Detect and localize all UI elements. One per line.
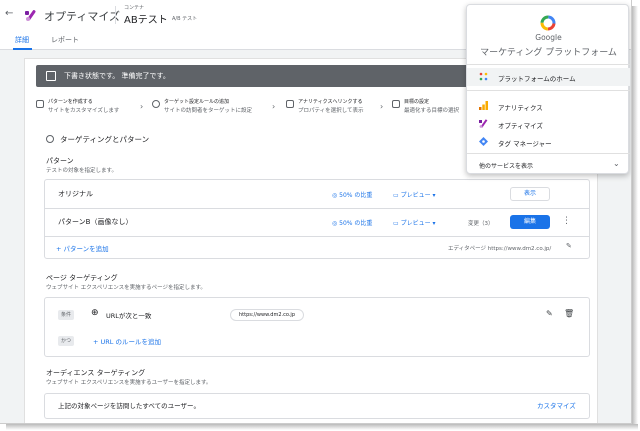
more-vert-icon[interactable]: ⋮ bbox=[562, 216, 571, 226]
header-divider bbox=[115, 6, 116, 24]
apps-grid-icon bbox=[479, 72, 488, 81]
step-title: パターンを作成する bbox=[48, 99, 93, 105]
tag-manager-icon bbox=[479, 137, 488, 146]
step-desc: サイトをカスタマイズします bbox=[48, 108, 120, 114]
platform-switcher-panel: Google マーケティング プラットフォーム プラットフォームのホーム アナリ… bbox=[466, 4, 630, 174]
variant-step-icon bbox=[36, 100, 44, 108]
optimize-label: オプティマイズ bbox=[498, 122, 543, 130]
analytics-step-icon bbox=[286, 100, 294, 108]
url-rule-value[interactable]: https://www.dm2.co.jp bbox=[230, 309, 304, 321]
chevron-right-icon: › bbox=[272, 102, 276, 111]
chevron-down-icon: ⌄ bbox=[613, 159, 620, 168]
optimize-icon bbox=[479, 119, 488, 128]
trash-icon[interactable]: 🗑 bbox=[564, 309, 574, 318]
step-title: 目標の設定 bbox=[404, 99, 430, 105]
and-chip: かつ bbox=[58, 336, 74, 346]
status-banner: 下書き状態です。 準備完了です。 bbox=[36, 65, 476, 87]
variant-name-original: オリジナル bbox=[58, 190, 93, 198]
google-logo-icon bbox=[540, 15, 556, 31]
experiment-name: ABテスト bbox=[124, 15, 168, 26]
chevron-right-icon: › bbox=[140, 102, 144, 111]
preview-label: プレビュー ▾ bbox=[400, 220, 436, 227]
active-tab-indicator bbox=[13, 48, 32, 50]
edit-button[interactable]: 編集 bbox=[510, 215, 550, 229]
google-brand: Google bbox=[535, 33, 562, 42]
row-divider bbox=[44, 208, 590, 209]
variants-desc: テストの対象を指定します。 bbox=[46, 168, 117, 174]
optimize-item[interactable]: オプティマイズ bbox=[467, 115, 630, 133]
panel-divider bbox=[467, 90, 630, 91]
panel-divider bbox=[467, 64, 630, 65]
container-label: コンテナ bbox=[124, 5, 145, 11]
analytics-icon bbox=[479, 101, 488, 110]
row-divider bbox=[44, 236, 590, 237]
variants-title: パターン bbox=[46, 157, 74, 165]
page-targeting-desc: ウェブサイト エクスペリエンスを実施するページを指定します。 bbox=[46, 285, 206, 291]
preview-menu-original[interactable]: ▭ プレビュー ▾ bbox=[393, 190, 436, 199]
url-rule-label: URLが次と一致 bbox=[106, 312, 152, 320]
step-desc: サイトの訪問者をターゲットに設定 bbox=[164, 108, 253, 114]
back-arrow-icon[interactable]: ← bbox=[5, 8, 13, 19]
targeting-section-title: ターゲティングとパターン bbox=[60, 135, 150, 144]
step-desc: プロパティを選択して表示 bbox=[298, 108, 364, 114]
weight-link-original[interactable]: ◎ 50% の比重 bbox=[332, 190, 372, 199]
tab-details[interactable]: 詳細 bbox=[15, 35, 29, 45]
page-shadow-right bbox=[632, 6, 638, 430]
platform-home-label: プラットフォームのホーム bbox=[498, 75, 576, 83]
add-variant-link[interactable]: + パターンを追加 bbox=[56, 243, 109, 253]
page-targeting-title: ページ ターゲティング bbox=[46, 274, 118, 282]
audience-title: オーディエンス ターゲティング bbox=[46, 369, 146, 377]
view-button[interactable]: 表示 bbox=[510, 187, 550, 201]
optimize-logo-icon bbox=[25, 10, 36, 21]
tag-manager-label: タグ マネージャー bbox=[498, 140, 552, 148]
goal-step-icon bbox=[392, 100, 400, 108]
tag-manager-item[interactable]: タグ マネージャー bbox=[467, 133, 630, 151]
page-shadow-bottom bbox=[6, 424, 638, 430]
weight-label: 50% の比重 bbox=[339, 192, 373, 199]
variant-name-b: パターンB（画像なし） bbox=[58, 218, 133, 226]
status-text: 下書き状態です。 準備完了です。 bbox=[64, 72, 170, 80]
step-title: アナリティクスへリンクする bbox=[298, 99, 363, 105]
platform-name: マーケティング プラットフォーム bbox=[480, 48, 617, 58]
targeting-step-icon bbox=[152, 100, 160, 108]
globe-icon: ⊕ bbox=[91, 308, 99, 318]
app-window: ← オプティマイズ コンテナ ABテスト A/B テスト 詳細 レポート 下書き… bbox=[0, 0, 632, 424]
more-services-label: 他のサービスを表示 bbox=[479, 163, 534, 170]
customize-link[interactable]: カスタマイズ bbox=[537, 400, 576, 410]
more-services-toggle[interactable]: 他のサービスを表示 ⌄ bbox=[467, 156, 630, 174]
target-icon bbox=[46, 135, 54, 143]
app-title: オプティマイズ bbox=[44, 10, 121, 23]
setup-steps: パターンを作成する サイトをカスタマイズします › ターゲット設定ルールの追加 … bbox=[36, 98, 476, 118]
tab-report[interactable]: レポート bbox=[51, 35, 79, 45]
platform-home-item[interactable]: プラットフォームのホーム bbox=[467, 68, 630, 86]
audience-desc: ウェブサイト エクスペリエンスを実施するユーザーを指定します。 bbox=[46, 380, 212, 386]
analytics-item[interactable]: アナリティクス bbox=[467, 97, 630, 115]
panel-divider bbox=[467, 153, 630, 154]
edit-pencil-icon[interactable]: ✎ bbox=[566, 242, 572, 250]
preview-label: プレビュー ▾ bbox=[400, 192, 436, 199]
weight-link-b[interactable]: ◎ 50% の比重 bbox=[332, 218, 372, 227]
preview-menu-b[interactable]: ▭ プレビュー ▾ bbox=[393, 218, 436, 227]
edit-pencil-icon[interactable]: ✎ bbox=[546, 309, 553, 318]
weight-label: 50% の比重 bbox=[339, 220, 373, 227]
add-url-rule-link[interactable]: + URL のルールを追加 bbox=[93, 336, 161, 346]
step-desc: 最適化する目標の選択 bbox=[404, 108, 460, 114]
step-title: ターゲット設定ルールの追加 bbox=[164, 99, 230, 105]
editor-page-url: エディタページ https://www.dm2.co.jp/ bbox=[448, 246, 552, 252]
analytics-label: アナリティクス bbox=[498, 104, 543, 112]
draft-icon bbox=[46, 71, 56, 81]
experiment-type: A/B テスト bbox=[172, 16, 198, 22]
audience-text: 上記の対象ページを訪問したすべてのユーザー。 bbox=[58, 402, 200, 410]
chevron-right-icon: › bbox=[380, 102, 384, 111]
condition-chip: 条件 bbox=[58, 310, 74, 320]
changes-count: 変更（3） bbox=[468, 221, 494, 227]
page-targeting-box bbox=[44, 297, 590, 357]
